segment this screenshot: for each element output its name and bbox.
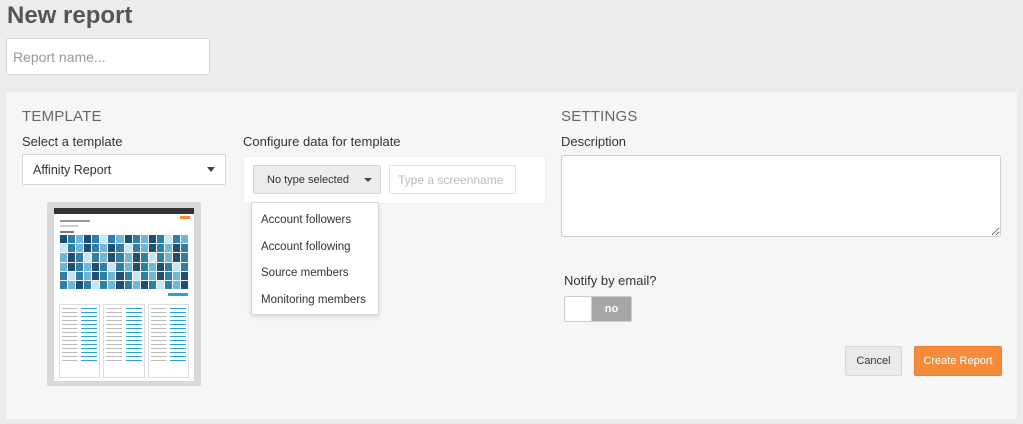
template-heading: TEMPLATE	[22, 108, 102, 125]
toggle-knob	[565, 297, 592, 321]
chevron-down-icon	[207, 167, 215, 172]
configure-data-box: No type selected	[243, 156, 546, 204]
template-select-value: Affinity Report	[33, 162, 112, 177]
configure-data-label: Configure data for template	[243, 134, 401, 149]
report-form-panel: TEMPLATE Select a template Affinity Repo…	[6, 92, 1017, 419]
menu-item-account-following[interactable]: Account following	[252, 234, 378, 261]
report-name-input[interactable]	[6, 38, 210, 75]
menu-item-monitoring-members[interactable]: Monitoring members	[252, 287, 378, 314]
notify-email-label: Notify by email?	[564, 273, 657, 288]
template-preview-image	[54, 208, 194, 381]
cancel-button[interactable]: Cancel	[845, 346, 902, 376]
description-textarea[interactable]	[561, 155, 1001, 237]
create-report-button[interactable]: Create Report	[914, 346, 1002, 376]
preview-column	[59, 304, 101, 378]
menu-item-account-followers[interactable]: Account followers	[252, 207, 378, 234]
page-title: New report	[7, 2, 133, 29]
preview-column	[103, 304, 145, 378]
template-preview	[47, 202, 201, 386]
type-select-value: No type selected	[267, 173, 349, 186]
screenname-input[interactable]	[389, 165, 516, 194]
settings-heading: SETTINGS	[561, 108, 638, 125]
type-select[interactable]: No type selected	[253, 165, 381, 194]
notify-email-toggle[interactable]: no	[564, 296, 632, 322]
description-label: Description	[561, 134, 627, 149]
chevron-down-icon	[364, 177, 372, 182]
preview-column	[147, 304, 189, 378]
toggle-state-label: no	[592, 297, 631, 321]
type-dropdown-menu: Account followers Account following Sour…	[251, 202, 379, 315]
menu-item-source-members[interactable]: Source members	[252, 260, 378, 287]
template-select[interactable]: Affinity Report	[22, 154, 226, 185]
select-template-label: Select a template	[22, 134, 123, 149]
